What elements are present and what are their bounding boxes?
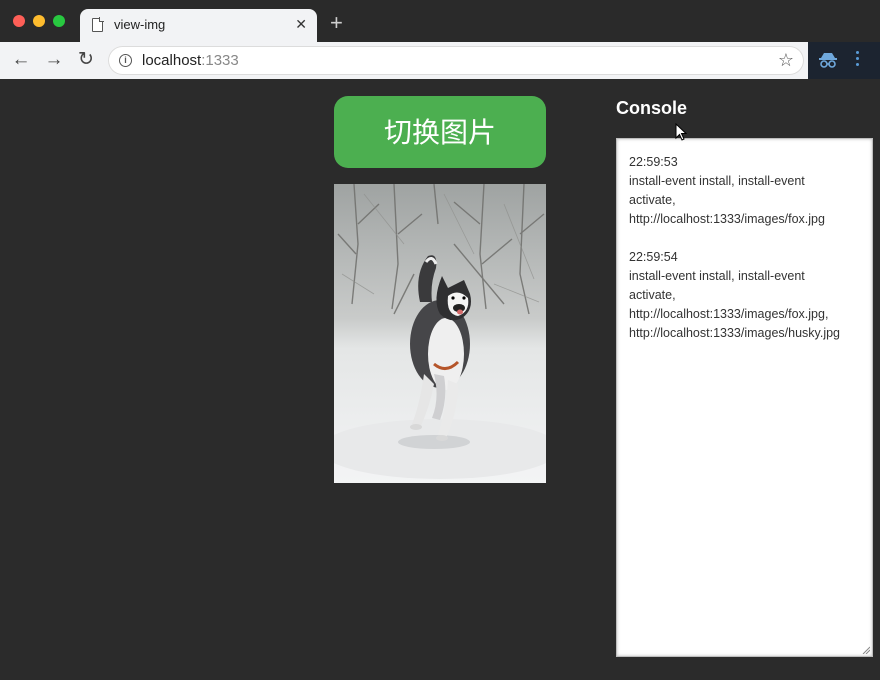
browser-window: view-img ✕ + ← → ↻ i localhost:1333 ☆ 切换…: [0, 0, 880, 680]
log-line: activate,: [629, 288, 676, 302]
console-title: Console: [616, 98, 688, 118]
tab-title: view-img: [114, 17, 166, 32]
console-log[interactable]: 22:59:53 install-event install, install-…: [616, 138, 873, 657]
tab-strip: view-img ✕ +: [0, 0, 880, 42]
log-line: http://localhost:1333/images/husky.jpg: [629, 326, 841, 340]
incognito-extension-icon[interactable]: [818, 51, 838, 69]
browser-menu-icon[interactable]: [856, 51, 860, 69]
log-line: install-event install, install-event: [629, 269, 805, 283]
window-minimize-button[interactable]: [33, 15, 45, 27]
window-close-button[interactable]: [13, 15, 25, 27]
reload-button[interactable]: ↻: [75, 49, 97, 71]
log-line: activate,: [629, 193, 676, 207]
resize-grip-icon[interactable]: [862, 646, 870, 654]
tab-view-img[interactable]: view-img ✕: [80, 9, 317, 42]
forward-button[interactable]: →: [43, 49, 65, 71]
page-content: 切换图片 Console 22:59:53 install-event inst…: [0, 79, 880, 680]
back-button[interactable]: ←: [10, 49, 32, 71]
url-host: localhost: [142, 52, 202, 69]
site-info-icon[interactable]: i: [119, 54, 132, 67]
log-line: http://localhost:1333/images/fox.jpg,: [629, 307, 829, 321]
browser-toolbar: ← → ↻ i localhost:1333 ☆: [0, 42, 880, 79]
extensions-area: [808, 42, 880, 79]
log-line: http://localhost:1333/images/fox.jpg: [629, 212, 825, 226]
switch-image-button[interactable]: 切换图片: [334, 96, 546, 168]
log-time: 22:59:53: [629, 155, 678, 169]
document-icon: [92, 17, 104, 32]
url-text[interactable]: localhost:1333: [142, 52, 239, 69]
mouse-cursor-icon: [675, 123, 687, 141]
new-tab-button[interactable]: +: [330, 11, 343, 35]
husky-image: [334, 184, 546, 483]
tab-close-icon[interactable]: ✕: [295, 16, 307, 32]
log-entry: 22:59:53 install-event install, install-…: [629, 153, 862, 229]
window-maximize-button[interactable]: [53, 15, 65, 27]
bookmark-star-icon[interactable]: ☆: [778, 49, 794, 71]
log-time: 22:59:54: [629, 250, 678, 264]
log-entry: 22:59:54 install-event install, install-…: [629, 248, 862, 343]
log-line: install-event install, install-event: [629, 174, 805, 188]
url-port: :1333: [201, 52, 239, 69]
address-bar[interactable]: i localhost:1333 ☆: [108, 46, 804, 75]
